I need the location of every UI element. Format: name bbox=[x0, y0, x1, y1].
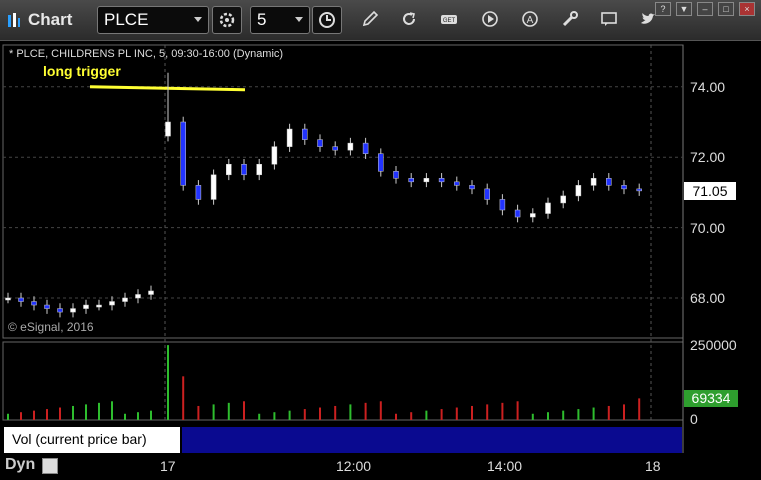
candle-body bbox=[514, 209, 521, 218]
alert-icon[interactable]: A bbox=[521, 10, 539, 28]
menu-button[interactable]: ▼ bbox=[676, 2, 692, 16]
svg-text:GET: GET bbox=[443, 18, 456, 24]
candle-body bbox=[454, 181, 460, 186]
time-button[interactable] bbox=[312, 6, 342, 34]
candle-body bbox=[362, 142, 369, 154]
copyright-label: © eSignal, 2016 bbox=[8, 320, 94, 334]
chart-window-icon bbox=[8, 13, 20, 27]
candle-body bbox=[378, 153, 384, 172]
candle-body bbox=[499, 199, 506, 211]
volume-legend-close-icon[interactable]: × bbox=[170, 424, 177, 438]
chart-title: * PLCE, CHILDRENS PL INC, 5, 09:30-16:00… bbox=[9, 48, 284, 60]
candle-body bbox=[621, 185, 627, 190]
candle-body bbox=[180, 121, 186, 186]
draw-pencil-icon[interactable] bbox=[361, 10, 379, 28]
minimize-button[interactable]: – bbox=[697, 2, 713, 16]
toolbar: Chart PLCE 5 GET A ? ▼ – □ × bbox=[0, 0, 761, 41]
interval-value: 5 bbox=[257, 10, 267, 29]
candle-body bbox=[530, 213, 536, 218]
candle-body bbox=[31, 301, 37, 306]
settings-gear-icon bbox=[219, 12, 235, 28]
candle-body bbox=[44, 304, 50, 309]
last-volume-badge: 69334 bbox=[684, 390, 738, 407]
clock-icon bbox=[319, 12, 335, 28]
candle-body bbox=[165, 121, 171, 137]
candle-body bbox=[560, 195, 566, 204]
x-tick-label: 17 bbox=[160, 458, 176, 474]
candle-body bbox=[393, 171, 399, 179]
candle-body bbox=[148, 290, 154, 295]
volume-tick-label: 0 bbox=[690, 411, 698, 427]
y-tick-label: 72.00 bbox=[690, 149, 726, 165]
y-tick-label: 68.00 bbox=[690, 290, 726, 306]
candle-body bbox=[96, 304, 102, 308]
candle-body bbox=[347, 142, 354, 151]
svg-text:A: A bbox=[527, 15, 534, 26]
window-title: Chart bbox=[28, 10, 73, 29]
candle-body bbox=[286, 128, 293, 147]
candle-body bbox=[575, 185, 582, 197]
candle-body bbox=[317, 139, 323, 147]
maximize-button[interactable]: □ bbox=[718, 2, 734, 16]
candle-body bbox=[438, 178, 445, 183]
x-tick-label: 18 bbox=[645, 458, 661, 474]
candle-body bbox=[545, 202, 551, 214]
comment-icon[interactable] bbox=[600, 10, 618, 28]
candle-body bbox=[590, 178, 597, 186]
volume-tick-label: 250000 bbox=[690, 337, 737, 353]
candle-body bbox=[18, 297, 24, 302]
settings-button[interactable] bbox=[212, 6, 242, 34]
x-tick-label: 14:00 bbox=[487, 458, 523, 474]
volume-legend-bar bbox=[182, 427, 682, 453]
candle-body bbox=[271, 146, 278, 165]
candle-body bbox=[210, 174, 217, 200]
dynamic-mode-label[interactable]: Dyn bbox=[5, 456, 35, 474]
symbol-value: PLCE bbox=[104, 10, 149, 29]
get-data-icon[interactable]: GET bbox=[440, 10, 458, 28]
volume-legend[interactable]: Vol (current price bar) bbox=[4, 427, 180, 453]
candle-body bbox=[636, 188, 642, 192]
candle-body bbox=[109, 301, 115, 306]
candle-body bbox=[70, 308, 76, 313]
candle-body bbox=[135, 294, 141, 299]
candle-body bbox=[469, 185, 475, 190]
candle-body bbox=[332, 146, 338, 151]
candle-body bbox=[484, 188, 490, 200]
tools-icon[interactable] bbox=[561, 10, 579, 28]
candle-body bbox=[195, 185, 202, 200]
candle-body bbox=[423, 178, 430, 183]
symbol-input[interactable]: PLCE bbox=[97, 6, 209, 34]
help-button[interactable]: ? bbox=[655, 2, 671, 16]
trigger-annotation: long trigger bbox=[43, 63, 121, 79]
lock-icon[interactable] bbox=[42, 458, 58, 474]
y-tick-label: 70.00 bbox=[690, 220, 726, 236]
candle-body bbox=[122, 297, 128, 302]
refresh-icon[interactable] bbox=[400, 10, 418, 28]
interval-input[interactable]: 5 bbox=[250, 6, 310, 34]
candle-body bbox=[57, 308, 63, 313]
candle-body bbox=[302, 128, 308, 140]
candle-body bbox=[83, 304, 89, 309]
x-tick-label: 12:00 bbox=[336, 458, 372, 474]
candle-body bbox=[256, 163, 262, 176]
last-price-badge: 71.05 bbox=[684, 182, 736, 200]
candle-body bbox=[5, 297, 11, 301]
candle-body bbox=[408, 178, 414, 183]
symbol-dropdown-icon[interactable] bbox=[194, 17, 202, 22]
chart-area[interactable] bbox=[0, 41, 761, 480]
candle-body bbox=[606, 178, 612, 186]
close-button[interactable]: × bbox=[739, 2, 755, 16]
interval-dropdown-icon[interactable] bbox=[295, 17, 303, 22]
price-chart[interactable] bbox=[0, 41, 761, 480]
y-tick-label: 74.00 bbox=[690, 79, 726, 95]
candle-body bbox=[241, 163, 247, 176]
play-icon[interactable] bbox=[481, 10, 499, 28]
volume-panel-frame bbox=[2, 341, 684, 421]
candle-body bbox=[226, 163, 232, 176]
